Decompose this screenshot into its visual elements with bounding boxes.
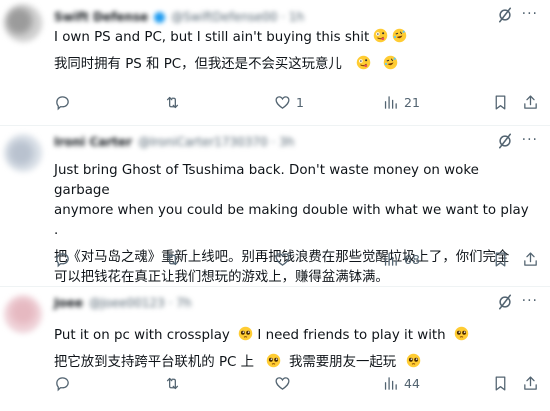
reply-icon xyxy=(56,95,69,110)
replies-feed: Swift Defense @SwiftDefense00 · 1h ··· I… xyxy=(0,0,550,411)
share-icon xyxy=(524,94,537,109)
pleading-face-emoji xyxy=(406,353,421,368)
repost-button[interactable] xyxy=(164,249,186,269)
verified-badge-icon xyxy=(154,11,166,23)
more-icon[interactable]: ··· xyxy=(522,130,538,150)
heart-icon xyxy=(275,252,290,266)
heart-icon xyxy=(275,95,290,109)
action-bar: 1 21 xyxy=(54,92,539,112)
share-button[interactable] xyxy=(522,92,539,112)
more-icon[interactable]: ··· xyxy=(522,4,538,24)
share-button[interactable] xyxy=(522,373,539,393)
views-icon xyxy=(384,95,397,109)
like-button[interactable] xyxy=(274,249,296,269)
grok-icon[interactable] xyxy=(496,132,514,150)
grok-icon[interactable] xyxy=(496,293,514,311)
author-handle[interactable]: @Joee00123 · 7h xyxy=(89,296,192,310)
action-bar: 68 xyxy=(54,249,539,269)
reply-icon xyxy=(56,376,69,391)
like-button[interactable]: 1 xyxy=(274,92,304,112)
repost-icon xyxy=(166,253,179,265)
reply-text: Just bring Ghost of Tsushima back. Don't… xyxy=(54,163,529,238)
author-name[interactable]: Joee xyxy=(54,296,83,310)
reply-meta: Joee @Joee00123 · 7h xyxy=(54,294,536,312)
bookmark-button[interactable] xyxy=(492,249,509,269)
bookmark-button[interactable] xyxy=(492,373,509,393)
repost-button[interactable] xyxy=(164,373,186,393)
author-handle[interactable]: @IroniCarter1730370 · 3h xyxy=(138,135,294,149)
reply-button[interactable] xyxy=(54,249,76,269)
bookmark-icon xyxy=(495,251,506,267)
like-button[interactable] xyxy=(274,373,296,393)
pleading-face-emoji xyxy=(238,326,253,341)
avatar[interactable] xyxy=(4,4,42,42)
bookmark-icon xyxy=(495,94,506,110)
reply-translation: 把它放到支持跨平台联机的 PC 上我需要朋友一起玩 xyxy=(54,353,536,373)
reply-text: Put it on pc with crossplay I need frien… xyxy=(54,326,536,346)
reply-button[interactable] xyxy=(54,373,76,393)
author-name[interactable]: Swift Defense xyxy=(54,10,148,24)
views-button[interactable]: 44 xyxy=(382,373,420,393)
views-icon xyxy=(384,252,397,266)
heart-icon xyxy=(275,376,290,390)
grok-icon[interactable] xyxy=(496,6,514,24)
reply-text: I own PS and PC, but I still ain't buyin… xyxy=(54,28,536,48)
repost-icon xyxy=(166,377,179,389)
reply-item[interactable]: Swift Defense @SwiftDefense00 · 1h ··· I… xyxy=(0,0,550,126)
repost-icon xyxy=(166,96,179,108)
share-icon xyxy=(524,251,537,266)
rolling-laughing-emoji xyxy=(393,28,407,43)
views-icon xyxy=(384,376,397,390)
zany-face-emoji xyxy=(374,28,388,43)
avatar[interactable] xyxy=(4,134,42,172)
rolling-laughing-emoji xyxy=(383,55,398,70)
zany-face-emoji xyxy=(356,55,371,70)
reply-item[interactable]: Ironi Carter @IroniCarter1730370 · 3h ··… xyxy=(0,126,550,287)
pleading-face-emoji xyxy=(454,326,469,341)
reply-item[interactable]: Joee @Joee00123 · 7h ··· Put it on pc wi… xyxy=(0,287,550,411)
repost-button[interactable] xyxy=(164,92,186,112)
reply-meta: Swift Defense @SwiftDefense00 · 1h xyxy=(54,8,536,26)
author-handle[interactable]: @SwiftDefense00 · 1h xyxy=(171,10,304,24)
action-bar: 44 xyxy=(54,373,539,393)
views-button[interactable]: 21 xyxy=(382,92,420,112)
avatar[interactable] xyxy=(4,295,42,333)
views-button[interactable]: 68 xyxy=(382,249,420,269)
bookmark-button[interactable] xyxy=(492,92,509,112)
reply-button[interactable] xyxy=(54,92,76,112)
share-icon xyxy=(524,375,537,390)
reply-translation: 我同时拥有 PS 和 PC，但我还是不会买这玩意儿 xyxy=(54,55,536,75)
reply-meta: Ironi Carter @IroniCarter1730370 · 3h xyxy=(54,133,536,151)
bookmark-icon xyxy=(495,375,506,391)
author-name[interactable]: Ironi Carter xyxy=(54,135,132,149)
pleading-face-emoji xyxy=(266,353,281,368)
share-button[interactable] xyxy=(522,249,539,269)
more-icon[interactable]: ··· xyxy=(522,291,538,311)
reply-icon xyxy=(56,252,69,267)
